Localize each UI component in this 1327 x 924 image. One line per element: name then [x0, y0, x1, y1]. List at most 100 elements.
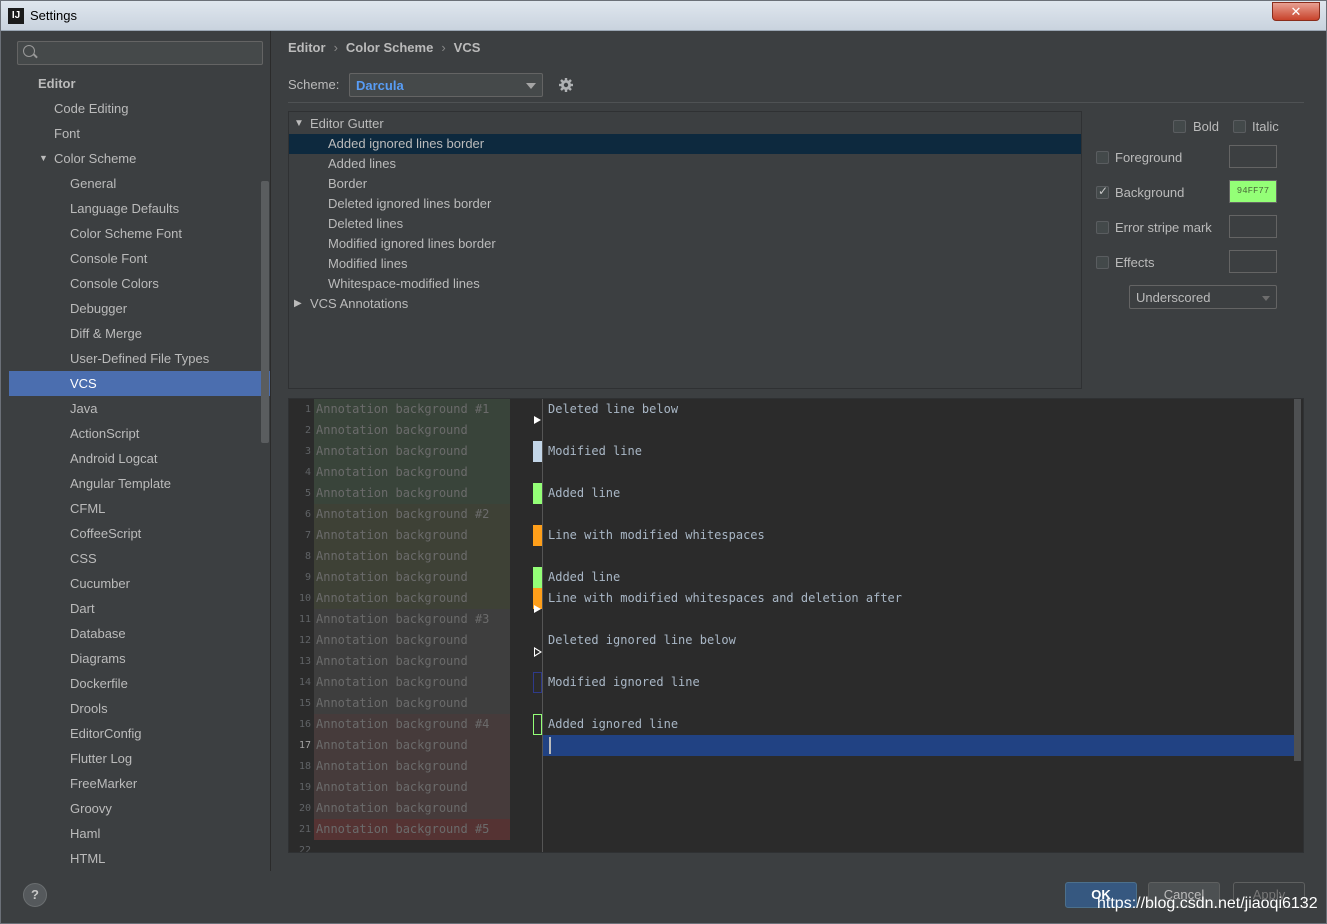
preview-scrollbar[interactable]	[1294, 399, 1301, 761]
attribute-item-label: Modified lines	[328, 256, 408, 271]
sidebar-item[interactable]: Code Editing	[9, 96, 270, 121]
background-checkbox[interactable]	[1096, 184, 1109, 199]
annotation-cell: Annotation background	[314, 756, 510, 777]
attribute-item[interactable]: Added ignored lines border	[289, 134, 1081, 154]
line-number: 14	[298, 677, 311, 688]
effects-checkbox[interactable]	[1096, 256, 1109, 269]
sidebar-item[interactable]: CSS	[9, 546, 270, 571]
sidebar-item[interactable]: VCS	[9, 371, 270, 396]
scheme-label: Scheme:	[288, 77, 340, 92]
chevron-down-icon	[526, 83, 536, 89]
line-number: 2	[304, 425, 311, 436]
attribute-item[interactable]: Modified ignored lines border	[289, 234, 1081, 254]
breadcrumb-color-scheme[interactable]: Color Scheme	[346, 40, 433, 55]
preview-editor[interactable]: 1 2 3 4 5 6 7 8 9 10 11 12 13 14 15 16 17 18 19 20 21 22 Annot…	[288, 398, 1304, 853]
sidebar-item-label: Groovy	[70, 801, 112, 816]
sidebar-item[interactable]: FreeMarker	[9, 771, 270, 796]
chevron-right-icon[interactable]: ▶	[294, 294, 302, 314]
sidebar-item[interactable]: Console Colors	[9, 271, 270, 296]
sidebar-item-label: Font	[54, 126, 81, 141]
attribute-item[interactable]: Border	[289, 174, 1081, 194]
foreground-checkbox[interactable]	[1096, 151, 1109, 164]
bold-checkbox[interactable]	[1173, 120, 1186, 133]
gutter-separator	[542, 399, 543, 852]
sidebar-item[interactable]: Color Scheme Font	[9, 221, 270, 246]
breadcrumb-editor[interactable]: Editor	[288, 40, 326, 55]
breadcrumb-separator: ›	[441, 40, 446, 55]
foreground-label: Foreground	[1115, 150, 1183, 165]
search-input[interactable]	[17, 41, 263, 65]
expand-arrow-icon[interactable]: ▼	[39, 146, 48, 171]
background-color-swatch[interactable]: 94FF77	[1229, 180, 1277, 203]
sidebar-scrollbar[interactable]	[261, 181, 269, 443]
sidebar-item[interactable]: Console Font	[9, 246, 270, 271]
attribute-item[interactable]: Whitespace-modified lines	[289, 274, 1081, 294]
sidebar-item[interactable]: ActionScript	[9, 421, 270, 446]
error-stripe-checkbox[interactable]	[1096, 221, 1109, 234]
sidebar-item-label: Dockerfile	[70, 676, 128, 691]
sidebar-item[interactable]: EditorConfig	[9, 721, 270, 746]
sidebar-item[interactable]: Drools	[9, 696, 270, 721]
attribute-item[interactable]: Modified lines	[289, 254, 1081, 274]
added-ignored-marker	[533, 714, 542, 735]
help-button[interactable]: ?	[23, 883, 47, 907]
attribute-group[interactable]: ▼ Editor Gutter	[289, 114, 1081, 134]
attribute-item[interactable]: Deleted ignored lines border	[289, 194, 1081, 214]
chevron-down-icon[interactable]: ▼	[294, 114, 304, 134]
sidebar-item-label: Console Colors	[70, 276, 159, 291]
line-number: 13	[298, 656, 311, 667]
sidebar-item[interactable]: Diagrams	[9, 646, 270, 671]
sidebar-item[interactable]: User-Defined File Types	[9, 346, 270, 371]
attribute-item[interactable]: Added lines	[289, 154, 1081, 174]
line-number: 10	[298, 593, 311, 604]
attribute-item[interactable]: Deleted lines	[289, 214, 1081, 234]
sidebar-item[interactable]: CoffeeScript	[9, 521, 270, 546]
modified-ignored-marker	[533, 672, 542, 693]
sidebar-item[interactable]: Diff & Merge	[9, 321, 270, 346]
line-number: 1	[304, 404, 311, 415]
sidebar-item[interactable]: HTML	[9, 846, 270, 871]
sidebar-item-label: ActionScript	[70, 426, 140, 441]
gear-icon[interactable]	[558, 77, 574, 93]
sidebar-item[interactable]: ▼ Color Scheme	[9, 146, 270, 171]
line-number: 22	[298, 845, 311, 853]
sidebar-item[interactable]: Editor	[9, 71, 270, 96]
sidebar-item[interactable]: General	[9, 171, 270, 196]
italic-checkbox[interactable]	[1233, 120, 1246, 133]
line-number: 12	[298, 635, 311, 646]
error-stripe-color-swatch[interactable]	[1229, 215, 1277, 238]
sidebar-item-label: Code Editing	[54, 101, 129, 116]
annotation-cell: Annotation background #5	[314, 819, 510, 840]
sidebar-item[interactable]: Dockerfile	[9, 671, 270, 696]
settings-window: IJ Settings ✕ Editor Code Editing Font ▼ Col…	[0, 0, 1327, 924]
effects-type-dropdown[interactable]: Underscored	[1129, 285, 1277, 309]
line-number: 19	[298, 782, 311, 793]
sidebar-item[interactable]: Database	[9, 621, 270, 646]
sidebar-item[interactable]: Flutter Log	[9, 746, 270, 771]
sidebar-item[interactable]: CFML	[9, 496, 270, 521]
effects-color-swatch[interactable]	[1229, 250, 1277, 273]
sidebar-item[interactable]: Cucumber	[9, 571, 270, 596]
scheme-dropdown[interactable]: Darcula	[349, 73, 543, 97]
sidebar-item[interactable]: Java	[9, 396, 270, 421]
annotation-cell: Annotation background	[314, 693, 510, 714]
error-stripe-label: Error stripe mark	[1115, 220, 1212, 235]
sidebar-item[interactable]: Haml	[9, 821, 270, 846]
sidebar-item-label: Database	[70, 626, 126, 641]
chevron-down-icon	[1262, 296, 1270, 301]
line-number: 15	[298, 698, 311, 709]
annotation-cell: Annotation background	[314, 735, 510, 756]
sidebar-item[interactable]: Debugger	[9, 296, 270, 321]
sidebar-item[interactable]: Font	[9, 121, 270, 146]
attribute-group[interactable]: ▶ VCS Annotations	[289, 294, 1081, 314]
sidebar-item[interactable]: Groovy	[9, 796, 270, 821]
sidebar-item[interactable]: Android Logcat	[9, 446, 270, 471]
sidebar-item[interactable]: Dart	[9, 596, 270, 621]
sidebar-item[interactable]: Angular Template	[9, 471, 270, 496]
close-button[interactable]: ✕	[1272, 2, 1320, 21]
sidebar-item-label: Haml	[70, 826, 101, 841]
attribute-item-label: Deleted lines	[328, 216, 404, 231]
foreground-color-swatch[interactable]	[1229, 145, 1277, 168]
breadcrumb: Editor › Color Scheme › VCS	[288, 40, 480, 55]
sidebar-item[interactable]: Language Defaults	[9, 196, 270, 221]
